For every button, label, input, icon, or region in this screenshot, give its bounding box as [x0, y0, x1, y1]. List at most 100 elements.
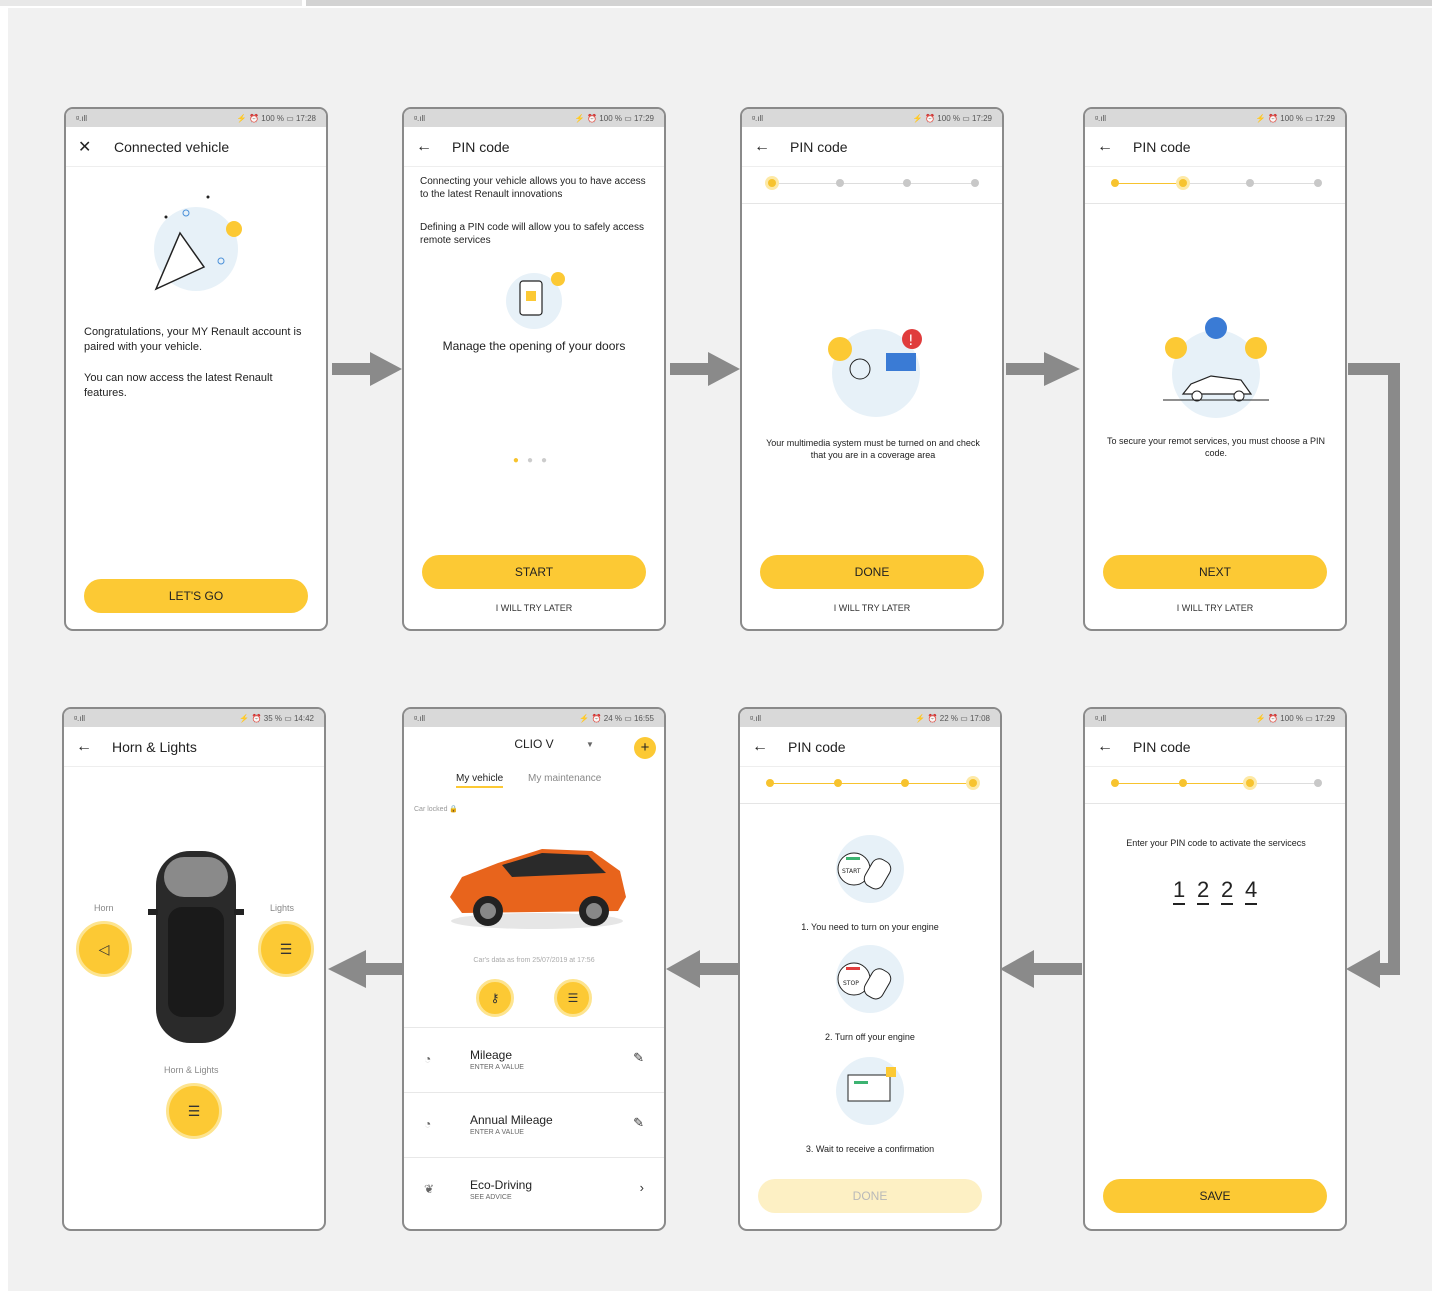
- status-info: ⚡ ⏰ 24 % ▭ 16:55: [579, 713, 654, 723]
- list-item-annual-mileage[interactable]: ◔ Annual Mileage ENTER A VALUE ✎: [404, 1092, 664, 1157]
- start-label: START: [842, 868, 861, 875]
- back-arrow-icon[interactable]: ←: [1097, 738, 1117, 756]
- list-item-mileage[interactable]: ◔ Mileage ENTER A VALUE ✎: [404, 1027, 664, 1092]
- try-later-link[interactable]: I WILL TRY LATER: [1085, 603, 1345, 613]
- horn-lights-button[interactable]: ☰: [166, 1083, 222, 1139]
- back-arrow-icon[interactable]: ←: [76, 738, 96, 756]
- status-signal: ᵍ.ıll: [74, 713, 86, 723]
- car-image: [450, 849, 626, 929]
- horn-button[interactable]: ◁: [76, 921, 132, 977]
- screen-pin-step2: ᵍ.ıll ⚡ ⏰ 100 % ▭ 17:29 ← PIN code To secu…: [1083, 107, 1347, 631]
- page-title: PIN code: [788, 738, 846, 755]
- stepper: [1085, 767, 1345, 804]
- row-title: Annual Mileage: [470, 1113, 553, 1127]
- pin-digit: 2: [1221, 877, 1233, 905]
- status-info: ⚡ ⏰ 100 % ▭ 17:29: [912, 113, 992, 123]
- celebration-illustration: [154, 195, 242, 291]
- carousel-caption: Manage the opening of your doors: [442, 339, 626, 353]
- status-bar: ᵍ.ıll ⚡ ⏰ 100 % ▭ 17:29: [742, 109, 1002, 127]
- vehicle-name: CLIO V: [514, 737, 554, 751]
- save-button[interactable]: SAVE: [1103, 1179, 1327, 1213]
- step3-text: 3. Wait to receive a confirmation: [805, 1144, 935, 1154]
- status-signal: ᵍ.ıll: [414, 113, 426, 123]
- back-arrow-icon[interactable]: ←: [754, 138, 774, 156]
- horn-lights-label: Horn & Lights: [164, 1065, 219, 1075]
- back-arrow-icon[interactable]: ←: [752, 738, 772, 756]
- page-title: Horn & Lights: [112, 738, 197, 755]
- chevron-right-icon[interactable]: ›: [640, 1180, 644, 1195]
- row-title: Eco-Driving: [470, 1178, 533, 1192]
- secure-text: To secure your remot services, you must …: [1106, 436, 1326, 458]
- app-bar: ← PIN code: [404, 127, 664, 167]
- back-arrow-icon[interactable]: ←: [1097, 138, 1117, 156]
- status-bar: ᵍ.ıll ⚡ ⏰ 24 % ▭ 16:55: [404, 709, 664, 727]
- stepper: [1085, 167, 1345, 204]
- page-title: PIN code: [452, 138, 510, 155]
- carousel-dots: ●●●: [512, 455, 556, 466]
- multimedia-illustration: !: [828, 329, 922, 417]
- status-bar: ᵍ.ıll ⚡ ⏰ 100 % ▭ 17:29: [404, 109, 664, 127]
- app-bar: ✕ Connected vehicle: [66, 127, 326, 167]
- page-title: PIN code: [790, 138, 848, 155]
- status-signal: ᵍ.ıll: [414, 713, 426, 723]
- unlock-button[interactable]: ⚷: [476, 979, 514, 1017]
- next-button[interactable]: NEXT: [1103, 555, 1327, 589]
- app-bar: ← PIN code: [1085, 727, 1345, 767]
- stepper: [740, 767, 1000, 804]
- lights-button[interactable]: ☰: [258, 921, 314, 977]
- screen-pin-entry: ᵍ.ıll ⚡ ⏰ 100 % ▭ 17:29 ← PIN code Enter y…: [1083, 707, 1347, 1231]
- headlight-icon: ☰: [279, 940, 293, 957]
- done-button[interactable]: DONE: [760, 555, 984, 589]
- edit-icon[interactable]: ✎: [633, 1050, 644, 1066]
- pin-digit: 1: [1173, 877, 1185, 905]
- status-bar: ᵍ.ıll ⚡ ⏰ 100 % ▭ 17:29: [1085, 709, 1345, 727]
- step2-text: 2. Turn off your engine: [825, 1032, 915, 1042]
- edit-icon[interactable]: ✎: [633, 1115, 644, 1131]
- status-signal: ᵍ.ıll: [1095, 113, 1107, 123]
- horn-icon: ◁: [98, 940, 110, 957]
- stop-label: STOP: [843, 980, 859, 987]
- status-bar: ᵍ.ıll ⚡ ⏰ 22 % ▭ 17:08: [740, 709, 1000, 727]
- lock-status-text: Car locked: [414, 806, 448, 813]
- door-phone-illustration: [506, 272, 565, 329]
- headlight-icon: ☰: [567, 991, 579, 1005]
- add-vehicle-button[interactable]: +: [634, 737, 656, 759]
- tab-my-maintenance[interactable]: My maintenance: [528, 773, 601, 784]
- status-bar: ᵍ.ıll ⚡ ⏰ 100 % ▭ 17:29: [1085, 109, 1345, 127]
- lock-icon: 🔒: [449, 806, 459, 813]
- stepper: [742, 167, 1002, 204]
- page-title: PIN code: [1133, 738, 1191, 755]
- close-icon[interactable]: ✕: [78, 137, 98, 157]
- chevron-down-icon: ▼: [586, 740, 594, 749]
- try-later-link[interactable]: I WILL TRY LATER: [742, 603, 1002, 613]
- pin-digit: 4: [1245, 877, 1257, 905]
- pin-input[interactable]: 1 2 2 4: [1085, 877, 1345, 905]
- leaf-icon: ❦: [424, 1182, 435, 1196]
- status-bar: ᵍ.ıll ⚡ ⏰ 35 % ▭ 14:42: [64, 709, 324, 727]
- pin-digit: 2: [1197, 877, 1209, 905]
- status-signal: ᵍ.ıll: [752, 113, 764, 123]
- list-item-eco-driving[interactable]: ❦ Eco-Driving SEE ADVICE ›: [404, 1157, 664, 1222]
- screen-horn-lights: ᵍ.ıll ⚡ ⏰ 35 % ▭ 14:42 ← Horn & Lights Hor…: [62, 707, 326, 1231]
- pin-instructions: Enter your PIN code to activate the serv…: [1126, 838, 1306, 848]
- vehicle-selector[interactable]: CLIO V ▼: [404, 737, 664, 751]
- app-bar: ← PIN code: [1085, 127, 1345, 167]
- status-bar: ᵍ.ıll ⚡ ⏰ 100 % ▭ 17:28: [66, 109, 326, 127]
- tab-my-vehicle[interactable]: My vehicle: [456, 773, 504, 788]
- lights-label: Lights: [270, 903, 295, 913]
- car-services-illustration: [1163, 317, 1269, 418]
- start-button[interactable]: START: [422, 555, 646, 589]
- engine-start-illustration: START: [836, 835, 904, 903]
- status-signal: ᵍ.ıll: [1095, 713, 1107, 723]
- confirmation-illustration: [836, 1057, 904, 1125]
- try-later-link[interactable]: I WILL TRY LATER: [404, 603, 664, 613]
- horn-label: Horn: [94, 903, 114, 913]
- status-signal: ᵍ.ıll: [750, 713, 762, 723]
- done-button-disabled[interactable]: DONE: [758, 1179, 982, 1213]
- screen-pin-intro: ᵍ.ıll ⚡ ⏰ 100 % ▭ 17:29 ← PIN code Connect…: [402, 107, 666, 631]
- data-timestamp: Car's data as from 25/07/2019 at 17:56: [473, 957, 595, 964]
- car-top-view: [148, 851, 244, 1043]
- back-arrow-icon[interactable]: ←: [416, 138, 436, 156]
- lets-go-button[interactable]: LET'S GO: [84, 579, 308, 613]
- lights-button[interactable]: ☰: [554, 979, 592, 1017]
